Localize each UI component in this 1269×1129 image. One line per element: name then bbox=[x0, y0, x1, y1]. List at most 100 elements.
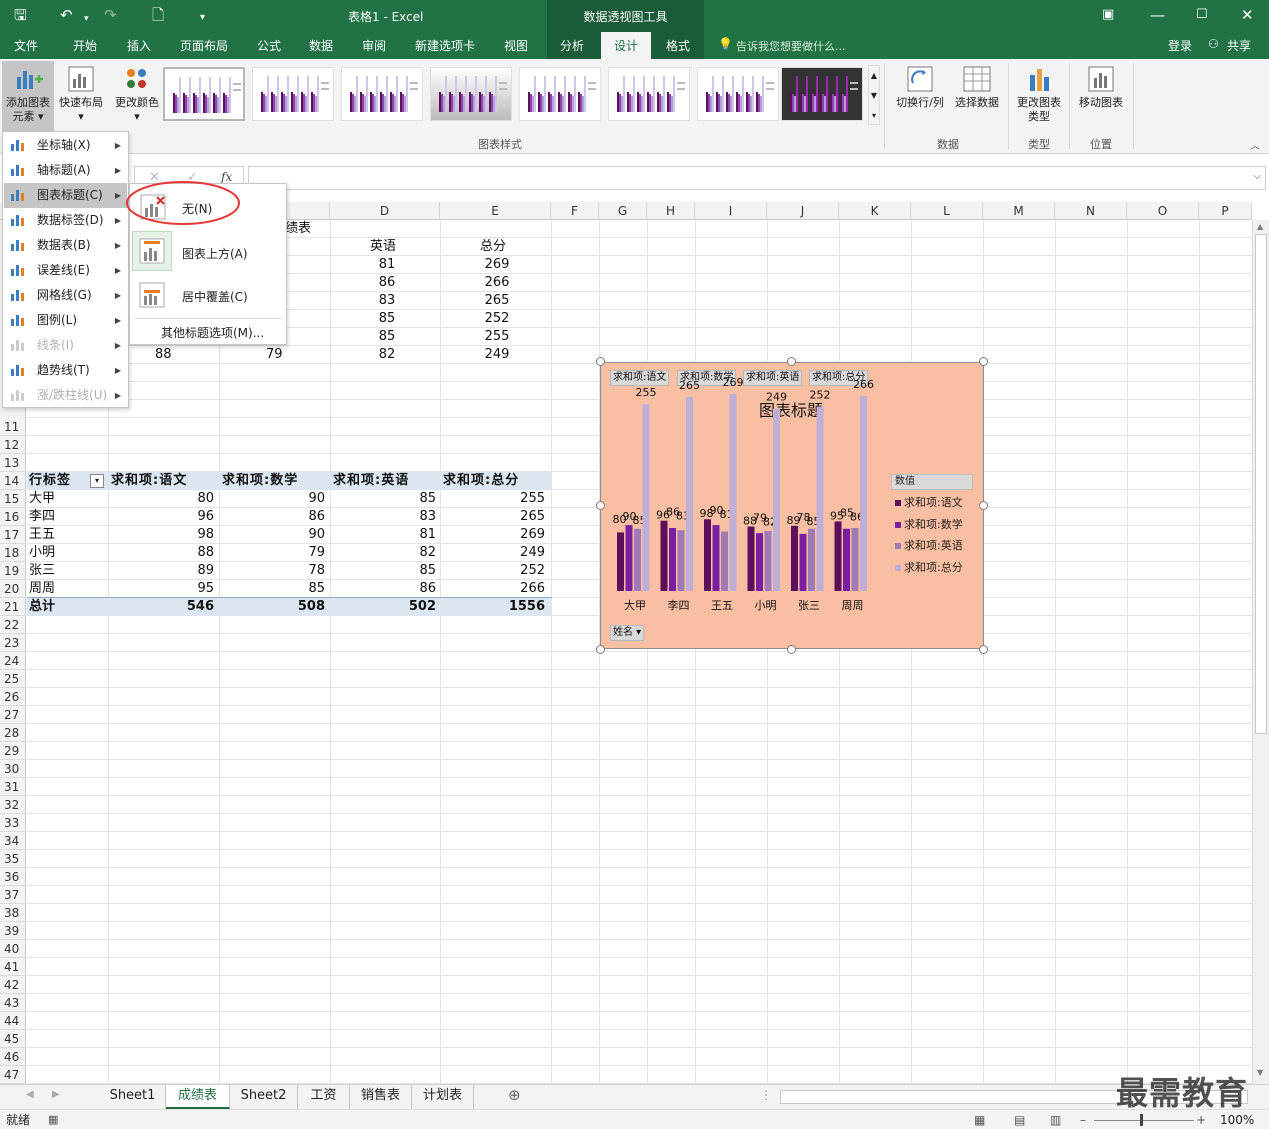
chart-style-7[interactable] bbox=[697, 67, 779, 121]
sign-in-link[interactable]: 登录 bbox=[1168, 37, 1192, 54]
menu-item-7[interactable]: 图例(L) ▶ bbox=[4, 308, 127, 333]
row-header[interactable]: 30 bbox=[0, 760, 26, 778]
column-header[interactable]: K bbox=[839, 202, 911, 220]
menu-item-6[interactable]: 网格线(G) ▶ bbox=[4, 283, 127, 308]
row-header[interactable]: 45 bbox=[0, 1030, 26, 1048]
close-icon[interactable]: ✕ bbox=[1241, 6, 1254, 24]
row-header[interactable]: 38 bbox=[0, 904, 26, 922]
row-header[interactable]: 44 bbox=[0, 1012, 26, 1030]
tab-file[interactable]: 文件 bbox=[14, 37, 38, 54]
move-chart-button[interactable]: 移动图表 bbox=[1074, 65, 1128, 110]
row-header[interactable]: 36 bbox=[0, 868, 26, 886]
maximize-icon[interactable]: ☐ bbox=[1196, 6, 1208, 24]
resize-handle[interactable] bbox=[979, 645, 988, 654]
column-header[interactable]: E bbox=[440, 202, 551, 220]
row-header[interactable]: 23 bbox=[0, 634, 26, 652]
tab-split-handle[interactable]: ⋮ bbox=[760, 1088, 772, 1102]
add-chart-element-button[interactable]: 添加图表元素 ▾ bbox=[2, 61, 54, 131]
row-header[interactable]: 41 bbox=[0, 958, 26, 976]
undo-dropdown-icon[interactable]: ▾ bbox=[84, 10, 89, 28]
pivot-chart[interactable]: 求和项:语文 求和项:数学 求和项:英语 求和项:总分 图表标题 80 90 85 255 大甲… bbox=[600, 362, 984, 649]
menu-item-3[interactable]: 数据标签(D) ▶ bbox=[4, 208, 127, 233]
resize-handle[interactable] bbox=[979, 501, 988, 510]
next-sheet-icon[interactable]: ▶ bbox=[52, 1089, 60, 1100]
chart-style-1[interactable] bbox=[163, 67, 245, 121]
menu-item-9[interactable]: 趋势线(T) ▶ bbox=[4, 358, 127, 383]
menu-item-4[interactable]: 数据表(B) ▶ bbox=[4, 233, 127, 258]
row-header[interactable]: 33 bbox=[0, 814, 26, 832]
column-header[interactable]: L bbox=[911, 202, 983, 220]
worksheet-grid[interactable]: 绩表 英语 总分 81 269 86 266 83 265 85 252 85 255 82 249 … bbox=[27, 220, 1252, 1084]
change-chart-type-button[interactable]: 更改图表类型 bbox=[1012, 65, 1066, 124]
sheet-tab[interactable]: 计划表 bbox=[412, 1085, 474, 1109]
tab-home[interactable]: 开始 bbox=[73, 37, 97, 54]
pivot-header[interactable]: 求和项:总分 bbox=[443, 472, 549, 490]
switch-row-col-button[interactable]: 切换行/列 bbox=[892, 65, 948, 110]
row-header[interactable]: 22 bbox=[0, 616, 26, 634]
row-header[interactable]: 20 bbox=[0, 580, 26, 598]
row-header[interactable]: 21 bbox=[0, 598, 26, 616]
row-header[interactable]: 15 bbox=[0, 490, 26, 508]
customize-qat-icon[interactable]: ▾ bbox=[200, 9, 205, 27]
tab-new[interactable]: 新建选项卡 bbox=[415, 37, 475, 54]
scroll-down-icon[interactable]: ▼ bbox=[1257, 1068, 1263, 1077]
row-header[interactable]: 14 bbox=[0, 472, 26, 490]
pivot-cell[interactable]: 王五 bbox=[29, 526, 109, 544]
row-header[interactable]: 39 bbox=[0, 922, 26, 940]
tab-formulas[interactable]: 公式 bbox=[257, 37, 281, 54]
resize-handle[interactable] bbox=[787, 645, 796, 654]
styles-scroll[interactable]: ▲ ▼ ▾ bbox=[868, 65, 880, 125]
row-header[interactable]: 16 bbox=[0, 508, 26, 526]
row-header[interactable]: 24 bbox=[0, 652, 26, 670]
chart-style-3[interactable] bbox=[341, 67, 423, 121]
undo-icon[interactable]: ↶ bbox=[60, 6, 73, 24]
row-header[interactable]: 19 bbox=[0, 562, 26, 580]
row-label-filter-icon[interactable]: ▾ bbox=[90, 474, 104, 488]
column-header[interactable]: J bbox=[767, 202, 839, 220]
row-header[interactable]: 40 bbox=[0, 940, 26, 958]
row-header[interactable]: 43 bbox=[0, 994, 26, 1012]
row-header[interactable]: 32 bbox=[0, 796, 26, 814]
pivot-cell[interactable]: 张三 bbox=[29, 562, 109, 580]
row-header[interactable]: 25 bbox=[0, 670, 26, 688]
submenu-overlay[interactable]: 居中覆盖(C) bbox=[130, 276, 286, 318]
menu-item-1[interactable]: 轴标题(A) ▶ bbox=[4, 158, 127, 183]
tell-me-box[interactable]: 告诉我您想要做什么... bbox=[736, 38, 846, 54]
change-colors-button[interactable]: 更改颜色 ▾ bbox=[114, 65, 160, 124]
resize-handle[interactable] bbox=[979, 357, 988, 366]
scroll-thumb[interactable] bbox=[1255, 234, 1267, 734]
pivot-cell[interactable]: 大甲 bbox=[29, 490, 109, 508]
resize-handle[interactable] bbox=[596, 501, 605, 510]
vertical-scrollbar[interactable]: ▲ ▼ bbox=[1252, 220, 1269, 1084]
submenu-above[interactable]: 图表上方(A) bbox=[130, 231, 286, 273]
row-header[interactable]: 42 bbox=[0, 976, 26, 994]
column-header[interactable]: O bbox=[1127, 202, 1199, 220]
tab-page-layout[interactable]: 页面布局 bbox=[180, 37, 228, 54]
column-header[interactable]: F bbox=[551, 202, 599, 220]
normal-view-icon[interactable]: ▦ bbox=[974, 1110, 985, 1129]
column-header[interactable]: H bbox=[647, 202, 695, 220]
chart-style-2[interactable] bbox=[252, 67, 334, 121]
zoom-out-icon[interactable]: – bbox=[1080, 1110, 1086, 1129]
pivot-cell[interactable]: 李四 bbox=[29, 508, 109, 526]
column-header[interactable]: D bbox=[330, 202, 440, 220]
tab-data[interactable]: 数据 bbox=[309, 37, 333, 54]
axis-field-button[interactable]: 姓名 ▾ bbox=[610, 625, 645, 641]
scroll-up-icon[interactable]: ▲ bbox=[1257, 222, 1263, 231]
row-header[interactable]: 28 bbox=[0, 724, 26, 742]
pivot-header[interactable]: 求和项:语文 bbox=[111, 472, 218, 490]
tab-format[interactable]: 格式 bbox=[666, 37, 690, 54]
chart-style-5[interactable] bbox=[519, 67, 601, 121]
row-header[interactable]: 11 bbox=[0, 418, 26, 436]
row-header[interactable]: 47 bbox=[0, 1066, 26, 1084]
sheet-tab[interactable]: 成绩表 bbox=[166, 1085, 230, 1109]
new-file-icon[interactable]: 🗋 bbox=[152, 6, 164, 24]
share-button[interactable]: 共享 bbox=[1227, 37, 1251, 54]
row-header[interactable]: 46 bbox=[0, 1048, 26, 1066]
prev-sheet-icon[interactable]: ◀ bbox=[26, 1089, 34, 1100]
tab-insert[interactable]: 插入 bbox=[127, 37, 151, 54]
tab-analyze[interactable]: 分析 bbox=[560, 37, 584, 54]
add-sheet-icon[interactable]: ⊕ bbox=[508, 1086, 521, 1104]
pivot-cell[interactable]: 周周 bbox=[29, 580, 109, 598]
sheet-tab[interactable]: 销售表 bbox=[350, 1085, 412, 1109]
